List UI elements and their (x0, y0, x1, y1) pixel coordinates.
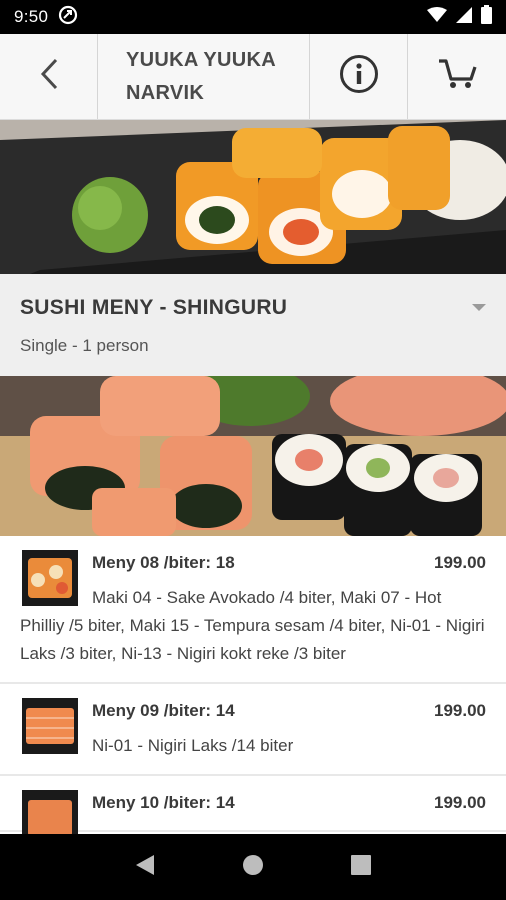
cart-icon (437, 57, 477, 96)
menu-list[interactable]: Meny 08 /biter: 18 199.00 Maki 04 - Sake… (0, 536, 506, 834)
dropdown-arrow-icon (472, 304, 486, 311)
wifi-icon (427, 6, 447, 28)
info-icon (339, 54, 379, 99)
chevron-left-icon (38, 57, 60, 96)
menu-item-description: Maki 04 - Sake Avokado /4 biter, Maki 07… (20, 588, 485, 663)
recents-nav-icon[interactable] (350, 854, 372, 881)
hero-image (0, 120, 506, 274)
info-button[interactable] (310, 34, 408, 119)
menu-item-08[interactable]: Meny 08 /biter: 18 199.00 Maki 04 - Sake… (0, 536, 506, 684)
menu-item-price: 199.00 (434, 701, 486, 720)
app-header: YUUKA YUUKA NARVIK (0, 34, 506, 120)
cart-button[interactable] (408, 34, 506, 119)
home-nav-icon[interactable] (241, 853, 265, 882)
status-time: 9:50 (14, 7, 49, 26)
menu-item-09[interactable]: Meny 09 /biter: 14 199.00 Ni-01 - Nigiri… (0, 684, 506, 776)
back-nav-icon[interactable] (134, 853, 156, 882)
menu-item-name: Meny 10 /biter: 14 (92, 793, 235, 812)
menu-item-name: Meny 08 /biter: 18 (92, 553, 235, 572)
menu-item-thumbnail (22, 698, 78, 754)
sync-icon (58, 5, 78, 30)
page-title: YUUKA YUUKA NARVIK (126, 48, 276, 104)
menu-item-10[interactable]: Meny 10 /biter: 14 199.00 (0, 776, 506, 834)
menu-item-name: Meny 09 /biter: 14 (92, 701, 235, 720)
battery-icon (481, 5, 492, 29)
menu-item-price: 199.00 (434, 553, 486, 572)
category-subtitle: Single - 1 person (20, 336, 149, 355)
menu-item-description: Ni-01 - Nigiri Laks /14 biter (92, 736, 294, 755)
menu-item-thumbnail (22, 790, 78, 834)
status-bar: 9:50 (0, 0, 506, 34)
back-button[interactable] (0, 34, 98, 119)
system-nav-bar (0, 834, 506, 900)
menu-item-thumbnail (22, 550, 78, 606)
header-title-container: YUUKA YUUKA NARVIK (98, 34, 310, 119)
category-title: SUSHI MENY - SHINGURU (20, 296, 288, 319)
menu-item-price: 199.00 (434, 793, 486, 812)
signal-icon (455, 6, 473, 29)
menu-category-header[interactable]: SUSHI MENY - SHINGURU Single - 1 person (0, 274, 506, 376)
category-banner-image (0, 376, 506, 536)
